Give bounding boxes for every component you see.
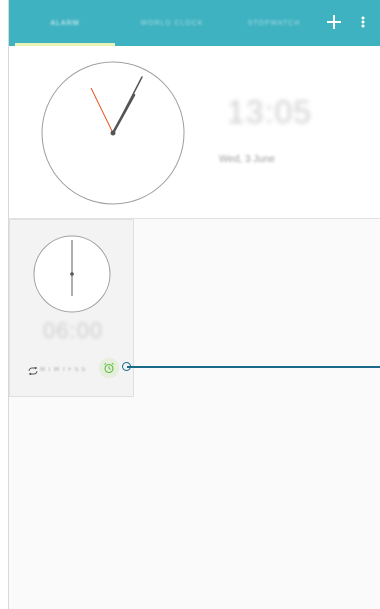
repeat-icon (28, 366, 38, 377)
more-vert-icon (361, 16, 365, 28)
analog-clock (41, 61, 185, 205)
more-options-button[interactable] (356, 12, 370, 32)
tab-alarm[interactable]: ALARM (15, 0, 115, 46)
plus-icon (327, 15, 341, 29)
app-frame: ALARM WORLD CLOCK STOPWATCH 13:05 Wed, 3… (8, 0, 380, 609)
callout-line (127, 366, 380, 368)
digital-date: Wed, 3 June (219, 154, 275, 165)
current-time-panel: 13:05 Wed, 3 June (9, 46, 380, 219)
alarm-toggle-button[interactable] (99, 358, 119, 378)
tab-world-clock[interactable]: WORLD CLOCK (117, 0, 227, 46)
alarm-time: 06:00 (43, 318, 104, 343)
alarm-clock-face (33, 235, 111, 313)
alarm-clock-icon (104, 362, 114, 374)
alarm-repeat-days: M T W T F S S (40, 367, 86, 373)
digital-time: 13:05 (227, 94, 313, 130)
alarm-item[interactable]: 06:00 M T W T F S S (9, 219, 134, 397)
tab-bar: ALARM WORLD CLOCK STOPWATCH (9, 0, 380, 46)
add-alarm-button[interactable] (324, 12, 344, 32)
tab-stopwatch[interactable]: STOPWATCH (229, 0, 319, 46)
